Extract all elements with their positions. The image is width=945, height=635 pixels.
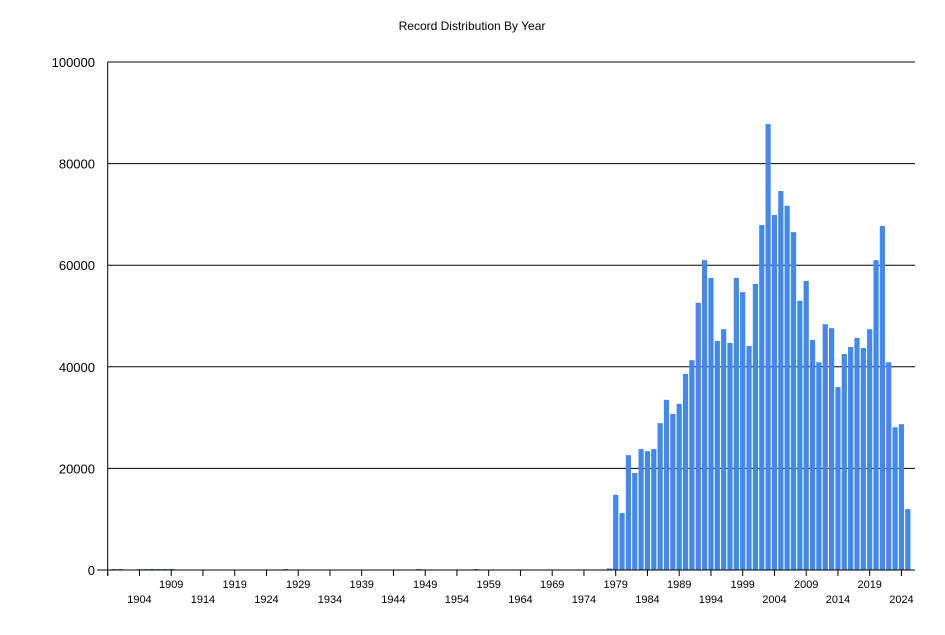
bar-1989 [676, 403, 682, 570]
x-tick-label: 2024 [889, 594, 913, 606]
bar-2010 [809, 339, 816, 570]
x-tick-label: 1954 [445, 594, 469, 606]
x-tick-label: 1914 [191, 594, 215, 606]
bar-2008 [797, 300, 803, 570]
x-tick-label: 1989 [667, 579, 691, 591]
x-tick-label: 1929 [286, 579, 310, 591]
x-tick-label: 1979 [603, 579, 627, 591]
bar-2021 [879, 226, 885, 571]
x-tick-label: 1939 [349, 579, 373, 591]
x-tick-label: 2004 [762, 594, 786, 606]
bar-2023 [892, 427, 898, 570]
bar-1981 [625, 455, 631, 570]
x-tick-label: 1959 [476, 579, 500, 591]
bar-1996 [721, 329, 727, 570]
x-tick-label: 1919 [222, 579, 246, 591]
x-tick-label: 1904 [127, 594, 151, 606]
bar-2003 [765, 123, 771, 570]
bar-1982 [632, 472, 638, 570]
bar-1994 [708, 277, 714, 570]
bar-2007 [790, 232, 797, 570]
x-tick-label: 1944 [381, 594, 405, 606]
bar-2017 [854, 337, 860, 570]
bar-2015 [841, 354, 847, 570]
x-tick-label: 1974 [572, 594, 596, 606]
bar-1986 [657, 423, 663, 570]
y-tick-label: 100000 [52, 55, 95, 70]
bar-2018 [860, 348, 866, 570]
bar-1980 [619, 513, 625, 570]
bar-2013 [829, 328, 835, 570]
bar-1984 [644, 451, 651, 570]
y-tick-label: 0 [88, 563, 95, 578]
bar-2009 [803, 280, 809, 570]
y-tick-label: 60000 [59, 258, 95, 273]
bar-1991 [689, 360, 695, 570]
bar-2025 [905, 509, 911, 570]
y-tick-label: 20000 [59, 461, 95, 476]
y-tick-label: 80000 [59, 157, 95, 172]
bar-2004 [771, 214, 778, 570]
bar-1998 [733, 277, 739, 570]
bar-2005 [778, 191, 784, 571]
x-tick-label: 1934 [318, 594, 342, 606]
x-tick-label: 1984 [635, 594, 659, 606]
x-tick-label: 2019 [857, 579, 881, 591]
bar-1983 [638, 449, 644, 570]
x-tick-label: 1964 [508, 594, 532, 606]
bar-1990 [682, 373, 689, 570]
bar-2006 [784, 205, 790, 570]
bar-2014 [835, 387, 841, 570]
x-tick-label: 1909 [159, 579, 183, 591]
x-tick-label: 2014 [826, 594, 850, 606]
bar-1995 [714, 340, 720, 570]
y-tick-label: 40000 [59, 360, 95, 375]
bar-2024 [898, 424, 905, 570]
bar-1999 [740, 292, 746, 570]
bar-1979 [613, 494, 619, 570]
x-tick-label: 1924 [254, 594, 278, 606]
bar-1992 [695, 302, 701, 570]
bar-2000 [746, 345, 752, 570]
bar-1988 [670, 414, 676, 570]
x-tick-label: 1949 [413, 579, 437, 591]
x-tick-label: 1994 [699, 594, 723, 606]
bar-2011 [816, 362, 822, 570]
bar-2022 [886, 362, 892, 570]
bar-2020 [873, 260, 879, 570]
x-tick-label: 1999 [730, 579, 754, 591]
x-tick-label: 2009 [794, 579, 818, 591]
bar-2001 [752, 283, 758, 570]
bar-1987 [663, 399, 670, 570]
bar-2002 [759, 225, 765, 570]
bar-1997 [727, 342, 733, 570]
x-tick-label: 1969 [540, 579, 564, 591]
bar-2012 [822, 324, 828, 570]
bar-1985 [651, 449, 657, 570]
bar-2016 [848, 346, 854, 570]
bar-2019 [867, 329, 873, 570]
chart-title: Record Distribution By Year [399, 19, 546, 33]
bar-1993 [702, 260, 708, 570]
bar-chart: Record Distribution By Year 0 20000 40000 6… [52, 19, 915, 606]
